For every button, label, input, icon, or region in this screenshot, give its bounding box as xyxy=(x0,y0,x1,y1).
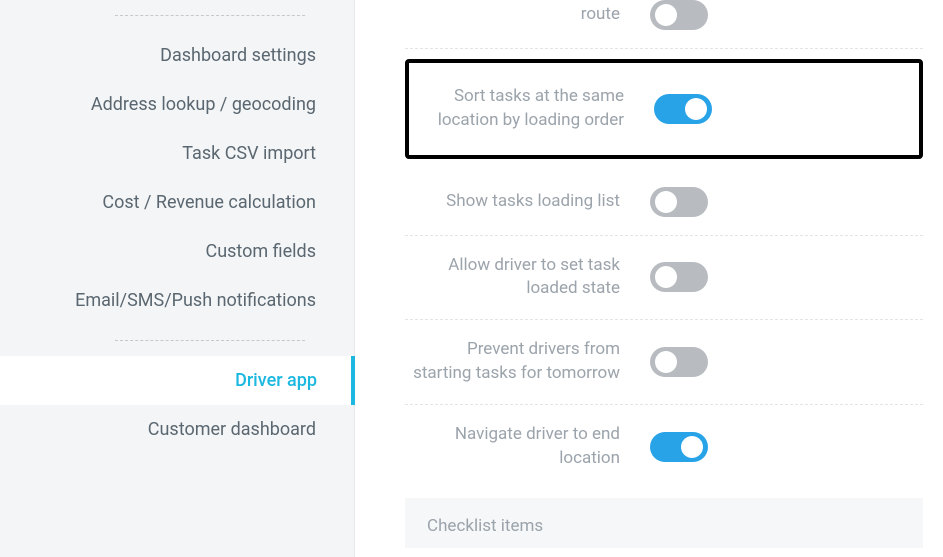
sidebar-item-label: Address lookup / geocoding xyxy=(91,94,316,115)
toggle-knob xyxy=(655,4,677,26)
setting-label: Show tasks loading list xyxy=(405,190,620,214)
setting-label: Navigate driver to end location xyxy=(405,423,620,471)
toggle-knob xyxy=(655,191,677,213)
sidebar-item-notifications[interactable]: Email/SMS/Push notifications xyxy=(0,276,354,325)
highlighted-setting-box: Sort tasks at the same location by loadi… xyxy=(405,59,923,159)
setting-reorder-route: route xyxy=(405,0,923,49)
setting-label: Prevent drivers from starting tasks for … xyxy=(405,338,620,386)
sidebar-item-label: Driver app xyxy=(235,370,317,391)
setting-sort-tasks-loading-order: Sort tasks at the same location by loadi… xyxy=(409,79,907,139)
toggle-prevent-tomorrow[interactable] xyxy=(650,347,708,377)
toggle-allow-set-loaded-state[interactable] xyxy=(650,262,708,292)
setting-prevent-tomorrow: Prevent drivers from starting tasks for … xyxy=(405,320,923,405)
toggle-knob xyxy=(681,436,703,458)
sidebar-item-address-lookup[interactable]: Address lookup / geocoding xyxy=(0,80,354,129)
sidebar-item-label: Cost / Revenue calculation xyxy=(102,192,316,213)
toggle-knob xyxy=(685,98,707,120)
toggle-knob xyxy=(655,266,677,288)
sidebar-item-label: Custom fields xyxy=(206,241,317,262)
sidebar-item-customer-dashboard[interactable]: Customer dashboard xyxy=(0,405,354,454)
setting-show-loading-list: Show tasks loading list xyxy=(405,169,923,236)
setting-allow-set-loaded-state: Allow driver to set task loaded state xyxy=(405,236,923,321)
sidebar-item-label: Dashboard settings xyxy=(160,45,316,66)
sidebar-item-label: Task CSV import xyxy=(182,143,316,164)
setting-navigate-end: Navigate driver to end location xyxy=(405,405,923,489)
sidebar-divider xyxy=(115,15,305,16)
settings-main: route Sort tasks at the same location by… xyxy=(355,0,943,557)
sidebar-item-cost-revenue[interactable]: Cost / Revenue calculation xyxy=(0,178,354,227)
setting-label: route xyxy=(405,3,620,27)
setting-label: Sort tasks at the same location by loadi… xyxy=(409,85,624,133)
toggle-navigate-end[interactable] xyxy=(650,432,708,462)
sidebar-item-task-csv-import[interactable]: Task CSV import xyxy=(0,129,354,178)
sidebar-item-label: Email/SMS/Push notifications xyxy=(75,290,316,311)
toggle-reorder-route[interactable] xyxy=(650,0,708,30)
sidebar-divider xyxy=(115,340,305,341)
sidebar-item-driver-app[interactable]: Driver app xyxy=(0,356,355,405)
settings-sidebar: Dashboard settings Address lookup / geoc… xyxy=(0,0,355,557)
sidebar-item-custom-fields[interactable]: Custom fields xyxy=(0,227,354,276)
setting-label: Allow driver to set task loaded state xyxy=(405,254,620,302)
sidebar-item-label: Customer dashboard xyxy=(148,419,316,440)
toggle-sort-tasks-loading-order[interactable] xyxy=(654,94,712,124)
toggle-show-loading-list[interactable] xyxy=(650,187,708,217)
toggle-knob xyxy=(655,351,677,373)
sidebar-item-dashboard-settings[interactable]: Dashboard settings xyxy=(0,31,354,80)
section-checklist-items: Checklist items xyxy=(405,498,923,548)
